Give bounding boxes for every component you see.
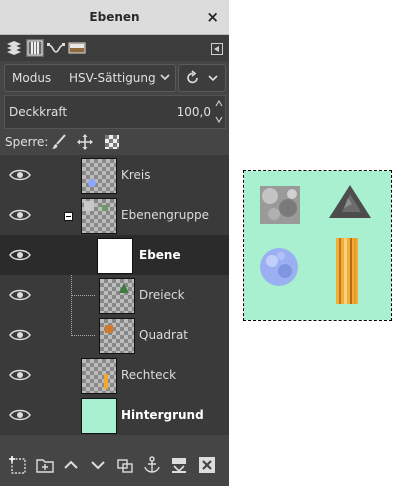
tab-layers[interactable] [5, 39, 23, 57]
layer-row-ebenengruppe[interactable]: Ebenengruppe [0, 195, 229, 235]
layer-thumbnail [81, 358, 117, 394]
layer-name: Quadrat [139, 328, 189, 342]
eye-icon[interactable] [9, 327, 31, 343]
collapse-group-button[interactable] [64, 212, 73, 221]
layers-dialog: Ebenen × Modus HSV-Sättigung Deckkraft 1… [0, 0, 229, 486]
group-preview [84, 201, 94, 211]
title-bar: Ebenen × [0, 0, 229, 35]
eye-icon[interactable] [9, 207, 31, 223]
new-group-icon [36, 459, 54, 473]
lower-layer-button[interactable] [88, 455, 108, 475]
new-group-button[interactable] [35, 455, 55, 475]
layer-row-kreis[interactable]: Kreis [0, 155, 229, 195]
opacity-spin-scale[interactable]: Deckkraft 100,0 [4, 95, 226, 129]
triangle-preview [119, 283, 129, 293]
layer-thumbnail [99, 318, 135, 354]
circle-preview [88, 179, 96, 187]
mode-row: Modus HSV-Sättigung [0, 61, 229, 93]
merge-layer-button[interactable] [169, 455, 189, 475]
square-shape [260, 186, 300, 224]
duplicate-layer-icon [117, 459, 133, 473]
lock-position-button[interactable] [77, 134, 93, 150]
layer-list: Kreis Ebenengruppe Ebene Dreieck Quadrat… [0, 155, 229, 435]
tab-channels[interactable] [26, 39, 44, 57]
new-layer-button[interactable] [8, 455, 28, 475]
eye-icon[interactable] [9, 247, 31, 263]
layers-icon [7, 41, 21, 55]
lock-pixels-button[interactable] [51, 134, 67, 150]
chevron-down-icon [208, 75, 218, 82]
layer-name: Ebenengruppe [121, 208, 209, 222]
layer-thumbnail [81, 398, 117, 434]
alpha-checker-icon [105, 135, 119, 149]
brush-icon [52, 134, 66, 149]
layer-row-hintergrund[interactable]: Hintergrund [0, 395, 229, 435]
channels-icon [27, 40, 43, 56]
anchor-layer-icon [144, 456, 160, 473]
opacity-value[interactable]: 100,0 [177, 105, 211, 119]
mode-select[interactable]: Modus HSV-Sättigung [4, 64, 176, 92]
mode-value: HSV-Sättigung [69, 71, 156, 85]
dock-menu-icon[interactable] [211, 43, 223, 55]
layer-name: Ebene [139, 248, 181, 262]
lock-row: Sperre: [0, 131, 229, 153]
dock-tabs [0, 35, 229, 61]
paths-icon [47, 43, 65, 53]
delete-layer-button[interactable] [197, 455, 217, 475]
layer-name: Kreis [121, 168, 151, 182]
spin-arrows-icon[interactable] [215, 98, 223, 125]
eye-icon[interactable] [9, 367, 31, 383]
mode-label: Modus [12, 71, 52, 85]
square-preview [105, 325, 113, 333]
layer-action-bar [0, 451, 229, 481]
group-preview [102, 205, 108, 211]
window-title: Ebenen [89, 10, 140, 24]
delete-layer-icon [199, 457, 215, 473]
duplicate-layer-button[interactable] [115, 455, 135, 475]
reset-icon [187, 70, 198, 84]
eye-icon[interactable] [9, 407, 31, 423]
layer-row-dreieck[interactable]: Dreieck [0, 275, 229, 315]
lower-layer-icon [91, 461, 105, 470]
tab-paths[interactable] [47, 39, 65, 57]
circle-shape [260, 248, 298, 286]
image-canvas[interactable] [243, 170, 392, 321]
new-layer-icon [9, 456, 26, 474]
merge-layer-icon [172, 458, 186, 473]
chevron-down-icon [160, 74, 170, 81]
rect-preview [104, 374, 108, 389]
layer-row-quadrat[interactable]: Quadrat [0, 315, 229, 355]
lock-alpha-button[interactable] [104, 134, 120, 150]
undo-history-icon [68, 42, 86, 54]
mode-reset-button[interactable] [178, 64, 226, 92]
eye-icon[interactable] [9, 287, 31, 303]
move-icon [77, 134, 93, 150]
layer-row-rechteck[interactable]: Rechteck [0, 355, 229, 395]
layer-name: Dreieck [139, 288, 185, 302]
raise-layer-icon [64, 460, 78, 469]
layer-thumbnail [81, 198, 117, 234]
layer-name: Hintergrund [121, 408, 204, 422]
close-button[interactable]: × [206, 8, 219, 26]
rectangle-shape [336, 238, 358, 304]
opacity-label: Deckkraft [9, 105, 68, 119]
layer-thumbnail [99, 278, 135, 314]
raise-layer-button[interactable] [61, 455, 81, 475]
layer-row-ebene[interactable]: Ebene [0, 235, 229, 275]
triangle-shape [329, 185, 371, 218]
layer-name: Rechteck [121, 368, 177, 382]
lock-label: Sperre: [5, 135, 49, 149]
tab-undo-history[interactable] [68, 39, 86, 57]
layer-thumbnail [81, 158, 117, 194]
layer-thumbnail [97, 238, 133, 274]
anchor-layer-button[interactable] [142, 455, 162, 475]
eye-icon[interactable] [9, 167, 31, 183]
